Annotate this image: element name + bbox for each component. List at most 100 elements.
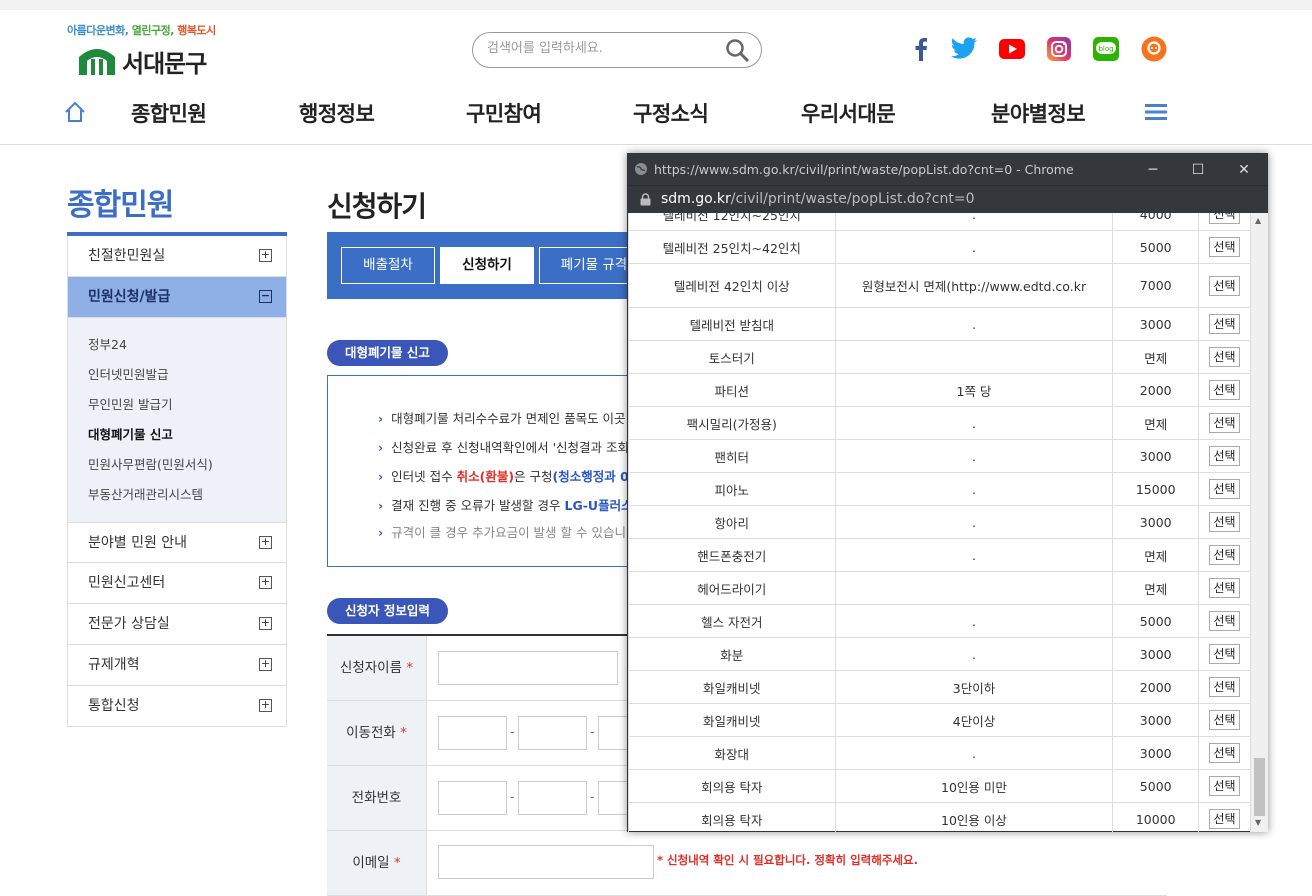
item-name: 핸드폰충전기 <box>628 538 836 572</box>
waste-item-table: 텔레비전 12인치~25인치. 4000 선택 텔레비전 25인치~42인치. 5000… <box>628 213 1251 832</box>
sidebar-submenu: 정부24 인터넷민원발급 무인민원 발급기 대형폐기물 신고 민원사무편람(민원… <box>67 318 287 522</box>
story-icon[interactable] <box>1141 36 1167 62</box>
scroll-down-icon[interactable]: ▼ <box>1255 818 1261 827</box>
submenu-internet-issue[interactable]: 인터넷민원발급 <box>88 360 286 390</box>
select-button[interactable]: 선택 <box>1209 512 1240 532</box>
collapse-minus-icon[interactable]: − <box>259 290 272 303</box>
expand-plus-icon[interactable]: + <box>259 617 272 630</box>
select-button[interactable]: 선택 <box>1209 380 1240 400</box>
sidebar-title: 종합민원 <box>67 188 174 223</box>
item-name: 피아노 <box>628 472 836 506</box>
select-cell: 선택 <box>1198 373 1251 407</box>
expand-plus-icon[interactable]: + <box>259 658 272 671</box>
tab-apply[interactable]: 신청하기 <box>440 247 534 284</box>
phone-input-1[interactable] <box>438 781 507 815</box>
svg-text:blog: blog <box>1098 45 1113 53</box>
sidebar-item-report-center[interactable]: 민원신고센터 + <box>67 563 287 604</box>
scroll-thumb[interactable] <box>1254 758 1265 816</box>
popup-urlbar: sdm.go.kr/civil/print/waste/popList.do?c… <box>628 185 1267 213</box>
applicant-name-input[interactable] <box>438 651 618 685</box>
submenu-kiosk[interactable]: 무인민원 발급기 <box>88 390 286 420</box>
select-button[interactable]: 선택 <box>1209 809 1240 829</box>
select-button[interactable]: 선택 <box>1209 644 1240 664</box>
blog-icon[interactable]: blog <box>1093 36 1119 62</box>
submenu-bulky-waste[interactable]: 대형폐기물 신고 <box>88 420 286 450</box>
twitter-icon[interactable] <box>950 36 978 62</box>
select-button[interactable]: 선택 <box>1209 413 1240 433</box>
tab-procedure[interactable]: 배출절차 <box>341 247 435 284</box>
select-button[interactable]: 선택 <box>1209 347 1240 367</box>
select-button[interactable]: 선택 <box>1209 776 1240 796</box>
nav-item-about[interactable]: 우리서대문 <box>801 98 896 128</box>
home-icon[interactable] <box>64 101 86 123</box>
select-button[interactable]: 선택 <box>1209 446 1240 466</box>
select-button[interactable]: 선택 <box>1209 578 1240 598</box>
select-button[interactable]: 선택 <box>1209 213 1240 224</box>
popup-scrollbar[interactable]: ▲ ▼ <box>1251 213 1268 832</box>
item-spec: . <box>834 230 1114 264</box>
expand-plus-icon[interactable]: + <box>259 536 272 549</box>
nav-item-participation[interactable]: 구민참여 <box>466 98 542 128</box>
nav-item-admin[interactable]: 행정정보 <box>299 98 375 128</box>
sidebar-item-regulation[interactable]: 규제개혁 + <box>67 645 287 686</box>
item-fee: 15000 <box>1112 472 1200 506</box>
select-button[interactable]: 선택 <box>1209 275 1240 296</box>
logo-icon[interactable] <box>77 41 117 77</box>
sidebar-item-integrated[interactable]: 통합신청 + <box>67 686 287 727</box>
sidebar-item-expert-consult[interactable]: 전문가 상담실 + <box>67 604 287 645</box>
table-row: 토스터기 면제 선택 <box>628 340 1251 374</box>
expand-plus-icon[interactable]: + <box>259 249 272 262</box>
search-input[interactable] <box>487 41 707 56</box>
submenu-gov24[interactable]: 정부24 <box>88 330 286 360</box>
table-row: 팬히터. 3000 선택 <box>628 439 1251 473</box>
mobile-input-1[interactable] <box>438 716 507 750</box>
select-cell: 선택 <box>1198 340 1251 374</box>
item-name: 화분 <box>628 637 836 671</box>
select-button[interactable]: 선택 <box>1209 611 1240 631</box>
popup-url[interactable]: sdm.go.kr/civil/print/waste/popList.do?c… <box>661 191 974 207</box>
table-row: 팩시밀리(가정용). 면제 선택 <box>628 406 1251 440</box>
search-icon[interactable] <box>725 38 751 64</box>
instagram-icon[interactable] <box>1046 36 1072 62</box>
sidebar-item-field-guide[interactable]: 분야별 민원 안내 + <box>67 522 287 563</box>
close-icon[interactable]: ✕ <box>1234 160 1254 180</box>
select-button[interactable]: 선택 <box>1209 710 1240 730</box>
facebook-icon[interactable] <box>908 36 934 62</box>
top-strip <box>0 0 1312 10</box>
select-button[interactable]: 선택 <box>1209 743 1240 763</box>
email-input[interactable] <box>438 845 654 879</box>
table-row: 화장대. 3000 선택 <box>628 736 1251 770</box>
popup-titlebar[interactable]: https://www.sdm.go.kr/civil/print/waste/… <box>628 154 1267 185</box>
expand-plus-icon[interactable]: + <box>259 699 272 712</box>
nav-item-fields[interactable]: 분야별정보 <box>991 98 1086 128</box>
hamburger-menu-icon[interactable] <box>1145 102 1167 122</box>
youtube-icon[interactable] <box>999 36 1025 62</box>
table-row: 헤어드라이기 면제 선택 <box>628 571 1251 605</box>
expand-plus-icon[interactable]: + <box>259 576 272 589</box>
select-button[interactable]: 선택 <box>1209 545 1240 565</box>
submenu-real-estate[interactable]: 부동산거래관리시스템 <box>88 480 286 510</box>
phone-input-2[interactable] <box>518 781 587 815</box>
submenu-manual[interactable]: 민원사무편람(민원서식) <box>88 450 286 480</box>
item-spec: . <box>834 637 1114 671</box>
page-title: 신청하기 <box>327 190 427 223</box>
mobile-input-2[interactable] <box>518 716 587 750</box>
scroll-up-icon[interactable]: ▲ <box>1255 216 1261 225</box>
item-name: 화장대 <box>628 736 836 770</box>
table-row: 텔레비전 25인치~42인치. 5000 선택 <box>628 230 1251 264</box>
maximize-icon[interactable]: ☐ <box>1188 160 1208 180</box>
logo-text[interactable]: 서대문구 <box>122 44 207 79</box>
sidebar-item-civil-request[interactable]: 민원신청/발급 − <box>67 277 287 318</box>
table-row: 핸드폰충전기. 면제 선택 <box>628 538 1251 572</box>
select-button[interactable]: 선택 <box>1209 677 1240 697</box>
minimize-icon[interactable]: ─ <box>1143 160 1163 180</box>
select-button[interactable]: 선택 <box>1209 237 1240 257</box>
select-cell: 선택 <box>1198 406 1251 440</box>
sidebar-item-friendly-office[interactable]: 친절한민원실 + <box>67 236 287 277</box>
select-button[interactable]: 선택 <box>1209 479 1240 499</box>
select-button[interactable]: 선택 <box>1209 314 1240 334</box>
nav-item-news[interactable]: 구정소식 <box>633 98 709 128</box>
item-fee: 5000 <box>1112 769 1200 803</box>
nav-item-civil[interactable]: 종합민원 <box>131 98 207 128</box>
item-fee: 3000 <box>1112 505 1200 539</box>
